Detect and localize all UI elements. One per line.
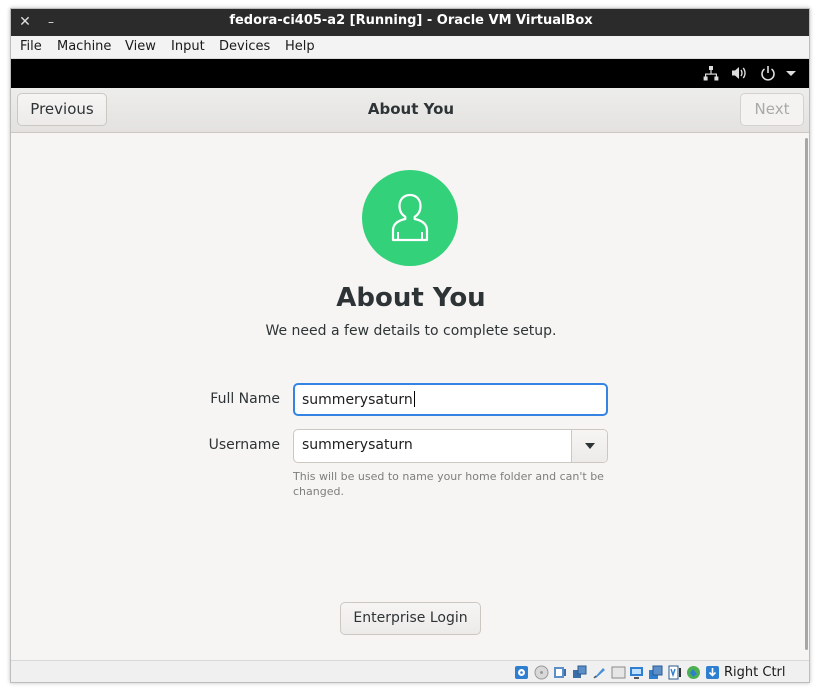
menu-machine[interactable]: Machine bbox=[57, 39, 111, 54]
keyboard-capture-icon[interactable] bbox=[705, 665, 720, 680]
chevron-down-icon bbox=[585, 443, 595, 449]
power-icon[interactable] bbox=[759, 64, 777, 82]
full-name-input[interactable]: summerysaturn bbox=[293, 383, 608, 416]
window-titlebar: ✕ – fedora-ci405-a2 [Running] - Oracle V… bbox=[11, 9, 809, 36]
audio-icon[interactable] bbox=[553, 665, 568, 680]
page-heading: About You bbox=[336, 283, 486, 313]
virtualbox-window: ✕ – fedora-ci405-a2 [Running] - Oracle V… bbox=[10, 8, 810, 683]
menu-devices[interactable]: Devices bbox=[219, 39, 270, 54]
shared-folders-icon[interactable] bbox=[611, 665, 626, 680]
guest-top-bar bbox=[11, 59, 809, 88]
menu-view[interactable]: View bbox=[125, 39, 156, 54]
enterprise-login-button[interactable]: Enterprise Login bbox=[340, 602, 481, 635]
username-combobox[interactable]: summerysaturn bbox=[293, 429, 608, 463]
volume-icon[interactable] bbox=[730, 64, 748, 82]
setup-header-bar: Previous About You Next bbox=[11, 88, 809, 133]
menu-file[interactable]: File bbox=[20, 39, 42, 54]
vertical-scrollbar[interactable] bbox=[805, 138, 808, 650]
about-you-page: About You We need a few details to compl… bbox=[11, 133, 809, 660]
cpu-icon[interactable] bbox=[667, 665, 682, 680]
full-name-value: summerysaturn bbox=[302, 392, 413, 408]
usb-icon[interactable] bbox=[592, 665, 607, 680]
video-capture-icon[interactable] bbox=[648, 665, 663, 680]
dropdown-arrow-icon[interactable] bbox=[782, 64, 800, 82]
menubar: File Machine View Input Devices Help bbox=[11, 36, 809, 59]
vbox-status-bar: Right Ctrl bbox=[11, 660, 809, 682]
menu-input[interactable]: Input bbox=[171, 39, 205, 54]
optical-drive-icon[interactable] bbox=[534, 665, 549, 680]
menu-help[interactable]: Help bbox=[285, 39, 315, 54]
display-icon[interactable] bbox=[629, 665, 644, 680]
header-title: About You bbox=[367, 100, 455, 118]
network-icon[interactable] bbox=[702, 64, 720, 82]
mouse-integration-icon[interactable] bbox=[686, 665, 701, 680]
avatar-button[interactable] bbox=[362, 170, 458, 266]
full-name-label: Full Name bbox=[210, 391, 280, 407]
username-dropdown-button[interactable] bbox=[571, 430, 607, 462]
username-hint: This will be used to name your home fold… bbox=[293, 470, 604, 498]
host-key-label: Right Ctrl bbox=[724, 665, 786, 680]
page-subheading: We need a few details to complete setup. bbox=[265, 323, 557, 339]
text-cursor bbox=[413, 391, 415, 407]
username-value: summerysaturn bbox=[302, 437, 413, 453]
user-avatar-icon bbox=[391, 193, 429, 242]
hard-disk-icon[interactable] bbox=[514, 665, 529, 680]
window-title: fedora-ci405-a2 [Running] - Oracle VM Vi… bbox=[229, 13, 593, 28]
next-button[interactable]: Next bbox=[740, 93, 804, 126]
username-label: Username bbox=[208, 437, 280, 453]
network-adapter-icon[interactable] bbox=[572, 665, 587, 680]
